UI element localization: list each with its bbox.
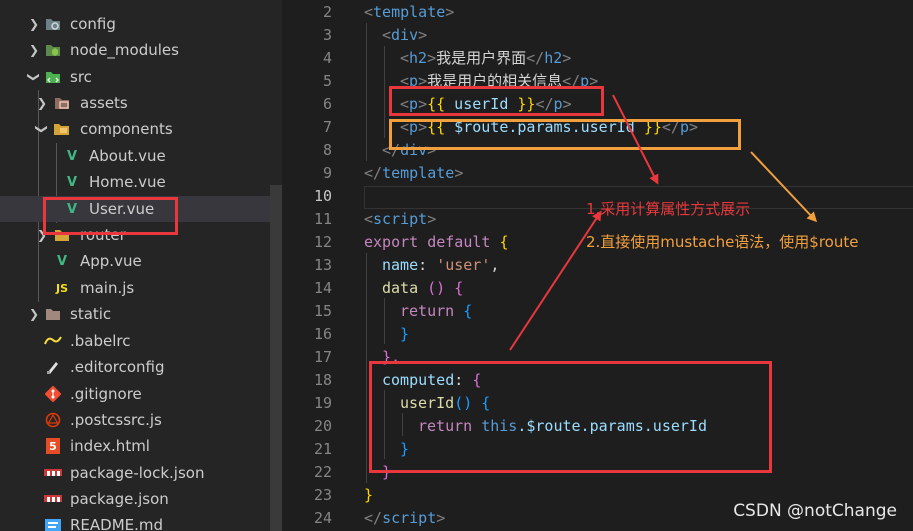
watermark: CSDN @notChange [733,501,897,521]
arrow-to-note2 [750,151,818,223]
annotation-arrows [509,94,818,351]
annotation-note-1: 1.采用计算属性方式展示 [586,200,751,218]
arrow-to-note1 [612,94,659,185]
annotation-note-2: 2.直接使用mustache语法，使用$route [586,233,859,251]
